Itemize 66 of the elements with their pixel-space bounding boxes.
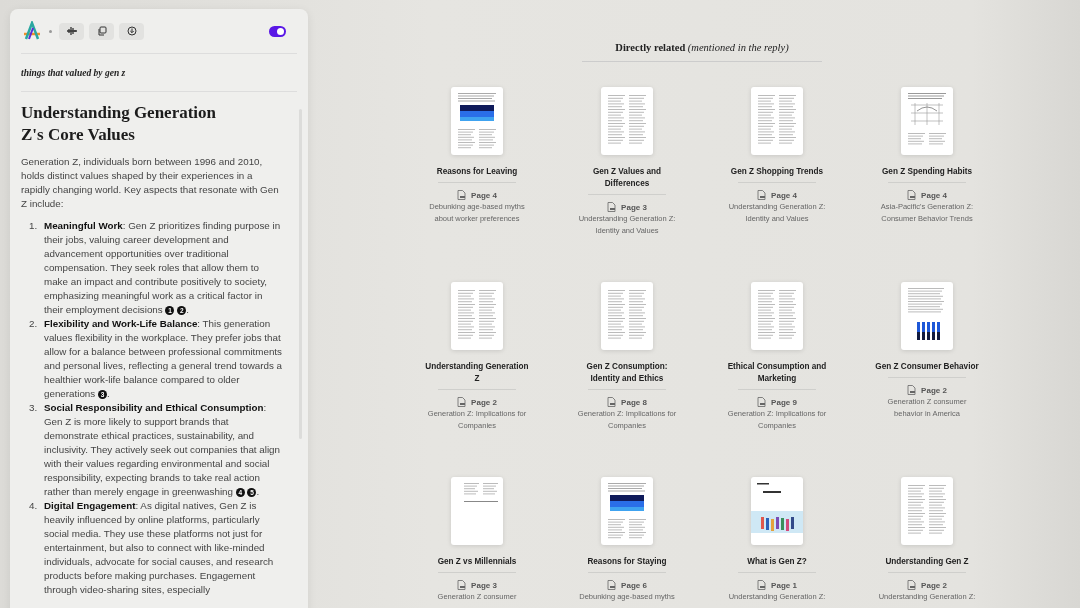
page-number: Page 4 (771, 190, 797, 200)
page-thumbnail[interactable] (901, 282, 953, 350)
query-text: things that valued by gen z (21, 54, 297, 92)
page-number: Page 2 (921, 385, 947, 395)
copy-button[interactable] (89, 22, 114, 40)
source-title[interactable]: Gen Z Shopping Trends (725, 166, 829, 178)
page-thumbnail[interactable] (451, 282, 503, 350)
answer-heading: Understanding Generation Z's Core Values (21, 102, 218, 146)
source-title[interactable]: Gen Z Spending Habits (875, 166, 979, 178)
pdf-file-icon (607, 580, 617, 590)
source-title[interactable]: Gen Z Consumption: Identity and Ethics (575, 361, 679, 385)
list-number: 3. (29, 401, 39, 415)
intro-paragraph: Generation Z, individuals born between 1996 and 2010, holds distinct values shaped by their experiences in a rapidly changing world. Key aspects that resonate with Gen Z include: (21, 155, 280, 211)
logo-icon (22, 21, 42, 41)
page-number: Page 3 (621, 202, 647, 212)
pdf-file-icon (757, 580, 767, 590)
source-title[interactable]: Reasons for Staying (575, 556, 679, 568)
source-title[interactable]: Understanding Generation Z (425, 361, 529, 385)
pdf-file-icon (907, 190, 917, 200)
page-number: Page 6 (621, 580, 647, 590)
page-thumbnail[interactable] (601, 282, 653, 350)
waveform-icon (65, 26, 78, 36)
page-number: Page 4 (471, 190, 497, 200)
pdf-file-icon (907, 580, 917, 590)
pdf-file-icon (457, 190, 467, 200)
page-number: Page 8 (621, 397, 647, 407)
list-number: 4. (29, 499, 39, 513)
page-number: Page 9 (771, 397, 797, 407)
pdf-file-icon (757, 397, 767, 407)
page-thumbnail[interactable] (901, 87, 953, 155)
pdf-file-icon (757, 190, 767, 200)
toggle-switch[interactable] (269, 25, 286, 37)
page-thumbnail[interactable] (901, 477, 953, 545)
page-thumbnail[interactable] (751, 477, 803, 545)
download-icon (126, 26, 137, 36)
page-thumbnail[interactable] (601, 477, 653, 545)
separator-dot-icon (49, 29, 52, 33)
page-thumbnail[interactable] (451, 477, 503, 545)
pdf-file-icon (607, 397, 617, 407)
pdf-file-icon (457, 397, 467, 407)
source-title[interactable]: Gen Z Values and Differences (575, 166, 679, 190)
list-number: 1. (29, 219, 39, 233)
list-paragraph: Digital Engagement: As digital natives, Gen Z is heavily influenced by online platforms, particularly social media. They use these platforms not just for entertainment, but also to connect with like-minded individuals, advocate for social causes, and research products before making purchases. Engagement through video-sharing sites, especially (44, 499, 275, 597)
page-thumbnail[interactable] (751, 282, 803, 350)
audio-button[interactable] (59, 22, 84, 40)
download-button[interactable] (119, 22, 144, 40)
page-thumbnail[interactable] (751, 87, 803, 155)
source-title[interactable]: Gen Z Consumer Behavior (875, 361, 979, 373)
source-title[interactable]: Understanding Gen Z (875, 556, 979, 568)
page-number: Page 4 (921, 190, 947, 200)
pdf-file-icon (907, 385, 917, 395)
section-title: Directly related (mentioned in the reply) (582, 42, 822, 62)
page-number: Page 2 (921, 580, 947, 590)
page-number: Page 3 (471, 580, 497, 590)
page-number: Page 2 (471, 397, 497, 407)
pdf-file-icon (607, 202, 617, 212)
pdf-file-icon (457, 580, 467, 590)
source-title[interactable]: Reasons for Leaving (425, 166, 529, 178)
source-title[interactable]: What is Gen Z? (725, 556, 829, 568)
list-number: 2. (29, 317, 39, 331)
page-thumbnail[interactable] (601, 87, 653, 155)
copy-icon (96, 26, 107, 36)
source-title[interactable]: Gen Z vs Millennials (425, 556, 529, 568)
source-title[interactable]: Ethical Consumption and Marketing (725, 361, 829, 385)
page-number: Page 1 (771, 580, 797, 590)
page-thumbnail[interactable] (451, 87, 503, 155)
